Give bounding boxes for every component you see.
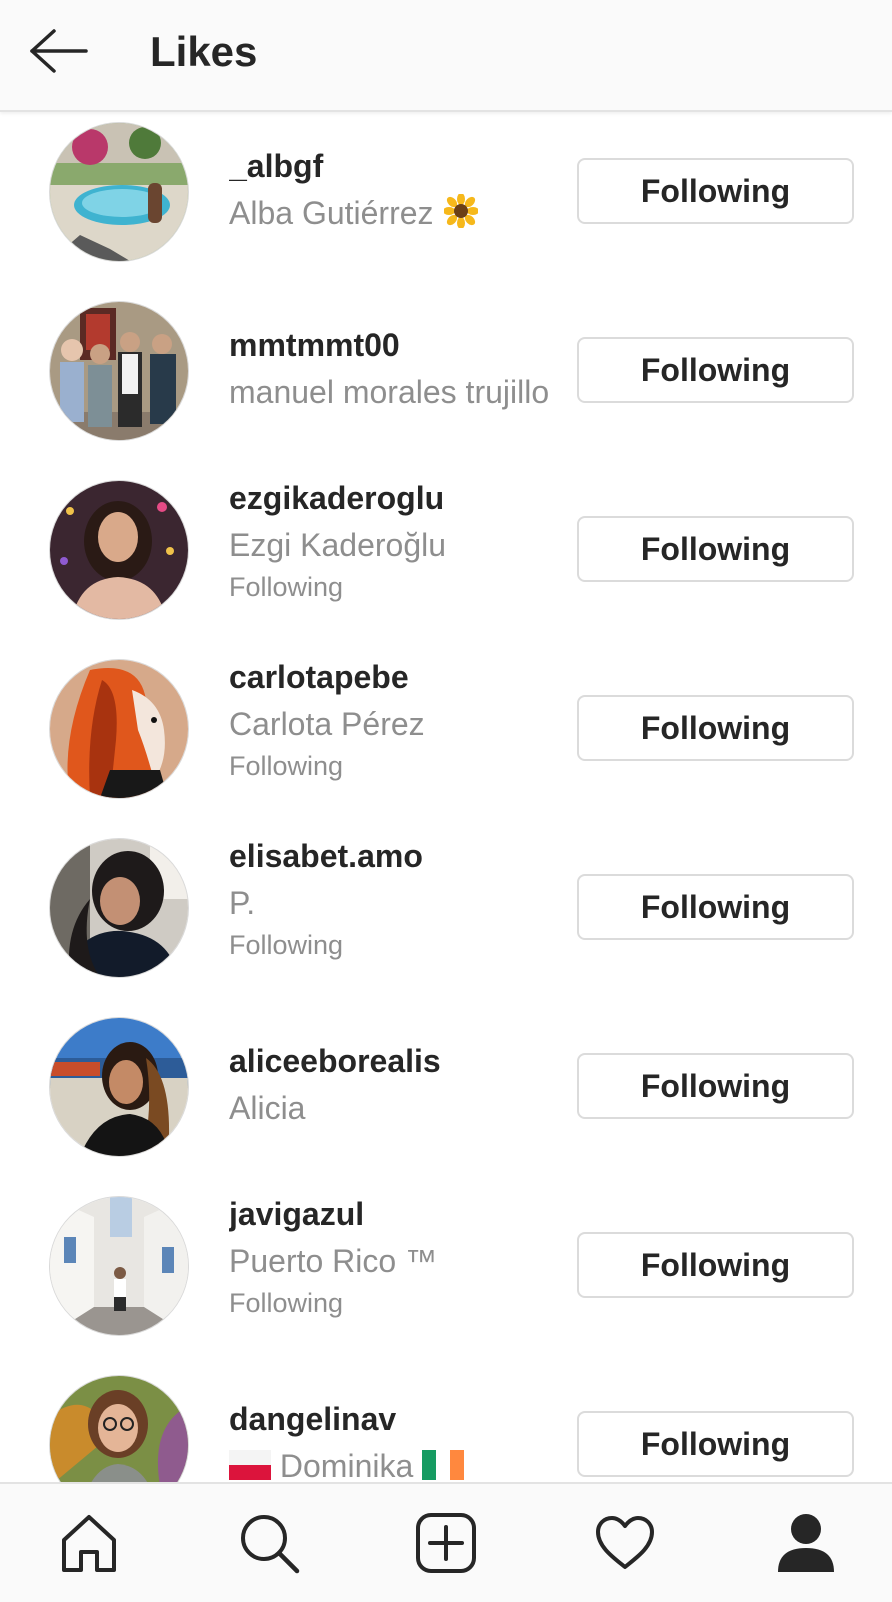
back-button[interactable] bbox=[26, 24, 92, 78]
user-info: mmtmmt00 manuel morales trujillo bbox=[229, 325, 574, 412]
full-name: Puerto Rico ™ bbox=[229, 1243, 438, 1279]
follows-you-label: Following bbox=[229, 930, 344, 960]
full-name: Dominika bbox=[229, 1446, 574, 1482]
activity-heart-icon bbox=[596, 1516, 654, 1569]
username[interactable]: _albgf bbox=[229, 146, 574, 186]
following-button[interactable]: Following bbox=[577, 874, 854, 940]
nav-search[interactable] bbox=[234, 1508, 304, 1578]
poland-flag-icon bbox=[229, 1449, 271, 1482]
list-item[interactable]: carlotapebe Carlota Pérez Following Foll… bbox=[0, 649, 892, 828]
user-info: _albgf Alba Gutiérrez bbox=[229, 146, 574, 237]
full-name: Ezgi Kaderoğlu bbox=[229, 527, 447, 563]
list-item[interactable]: ezgikaderoglu Ezgi Kaderoğlu Following F… bbox=[0, 470, 892, 649]
page-title: Likes bbox=[150, 28, 258, 75]
list-item[interactable]: aliceeborealis Alicia Following bbox=[0, 1007, 892, 1186]
avatar[interactable] bbox=[50, 123, 188, 261]
avatar[interactable] bbox=[50, 660, 188, 798]
following-button[interactable]: Following bbox=[577, 1411, 854, 1477]
follows-you-label: Following bbox=[229, 572, 344, 602]
following-button[interactable]: Following bbox=[577, 516, 854, 582]
follows-you-label: Following bbox=[229, 751, 344, 781]
bottom-nav bbox=[0, 1482, 892, 1602]
list-item[interactable]: elisabet.amo P. Following Following bbox=[0, 828, 892, 1007]
following-button[interactable]: Following bbox=[577, 158, 854, 224]
following-button[interactable]: Following bbox=[577, 337, 854, 403]
top-bar: Likes bbox=[0, 0, 892, 112]
profile-icon bbox=[778, 1514, 834, 1572]
list-item[interactable]: mmtmmt00 manuel morales trujillo Followi… bbox=[0, 291, 892, 470]
nav-profile[interactable] bbox=[771, 1508, 841, 1578]
full-name: Alba Gutiérrez bbox=[229, 193, 574, 237]
user-info: ezgikaderoglu Ezgi Kaderoğlu Following bbox=[229, 478, 574, 604]
avatar[interactable] bbox=[50, 481, 188, 619]
username[interactable]: aliceeborealis bbox=[229, 1041, 574, 1081]
list-item[interactable]: javigazul Puerto Rico ™ Following Follow… bbox=[0, 1186, 892, 1365]
avatar[interactable] bbox=[50, 1018, 188, 1156]
avatar[interactable] bbox=[50, 1376, 188, 1482]
list-item[interactable]: dangelinav Dominika Following bbox=[0, 1365, 892, 1482]
following-button[interactable]: Following bbox=[577, 695, 854, 761]
search-icon bbox=[241, 1515, 300, 1574]
arrow-left-icon bbox=[30, 29, 88, 73]
home-icon bbox=[62, 1515, 116, 1572]
avatar[interactable] bbox=[50, 302, 188, 440]
username[interactable]: javigazul bbox=[229, 1194, 574, 1234]
user-info: carlotapebe Carlota Pérez Following bbox=[229, 657, 574, 783]
avatar[interactable] bbox=[50, 839, 188, 977]
user-info: javigazul Puerto Rico ™ Following bbox=[229, 1194, 574, 1320]
nav-home[interactable] bbox=[54, 1508, 124, 1578]
sunflower-icon bbox=[442, 193, 479, 237]
new-post-icon bbox=[416, 1513, 476, 1573]
username[interactable]: elisabet.amo bbox=[229, 836, 574, 876]
avatar[interactable] bbox=[50, 1197, 188, 1335]
ireland-flag-icon bbox=[422, 1449, 465, 1482]
full-name: P. bbox=[229, 885, 256, 921]
full-name: manuel morales trujillo bbox=[229, 374, 550, 410]
user-info: dangelinav Dominika bbox=[229, 1399, 574, 1482]
username[interactable]: carlotapebe bbox=[229, 657, 574, 697]
full-name: Alicia bbox=[229, 1090, 306, 1126]
likes-list[interactable]: _albgf Alba Gutiérrez Following mmtmmt00… bbox=[0, 112, 892, 1482]
user-info: aliceeborealis Alicia bbox=[229, 1041, 574, 1128]
follows-you-label: Following bbox=[229, 1288, 344, 1318]
list-item[interactable]: _albgf Alba Gutiérrez Following bbox=[0, 112, 892, 291]
user-info: elisabet.amo P. Following bbox=[229, 836, 574, 962]
username[interactable]: ezgikaderoglu bbox=[229, 478, 574, 518]
nav-activity[interactable] bbox=[590, 1508, 660, 1578]
full-name: Carlota Pérez bbox=[229, 706, 425, 742]
following-button[interactable]: Following bbox=[577, 1232, 854, 1298]
username[interactable]: dangelinav bbox=[229, 1399, 574, 1439]
username[interactable]: mmtmmt00 bbox=[229, 325, 574, 365]
following-button[interactable]: Following bbox=[577, 1053, 854, 1119]
nav-new-post[interactable] bbox=[411, 1508, 481, 1578]
